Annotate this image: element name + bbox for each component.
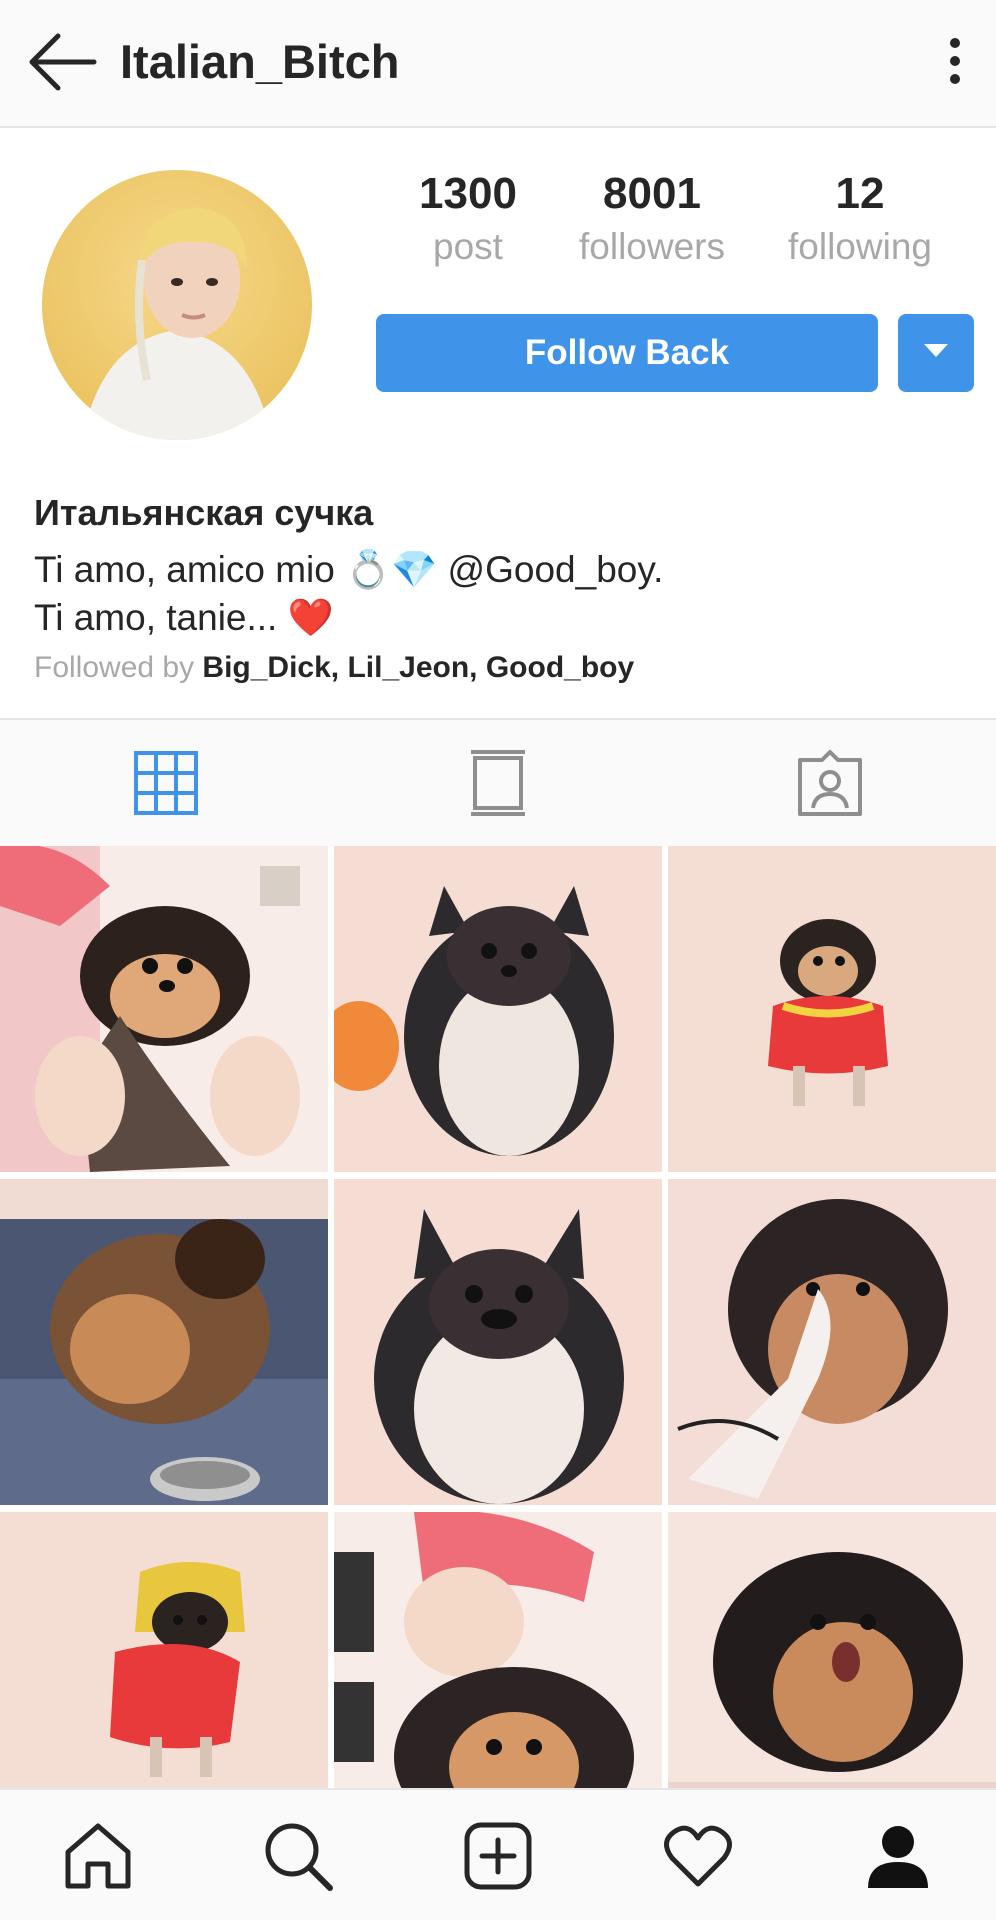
more-options-icon[interactable] xyxy=(940,36,970,86)
bio-line: Ti amo, tanie... ❤️ xyxy=(34,597,334,638)
post-thumbnail[interactable] xyxy=(668,846,996,1172)
top-bar: Italian_Bitch xyxy=(0,0,996,128)
following-stat[interactable]: 12 following xyxy=(770,166,950,272)
bottom-navigation xyxy=(0,1788,996,1920)
grid-icon[interactable] xyxy=(131,748,201,818)
following-label: following xyxy=(788,226,932,267)
bio-line: Ti amo, amico mio 💍💎 @Good_boy. xyxy=(34,549,664,590)
followers-count: 8001 xyxy=(603,169,701,218)
profile-username: Italian_Bitch xyxy=(120,35,400,88)
post-thumbnail[interactable] xyxy=(0,1179,328,1505)
followed-by-names[interactable]: Big_Dick, Lil_Jeon, Good_boy xyxy=(202,651,634,684)
heart-icon[interactable] xyxy=(662,1820,734,1892)
profile-tabs xyxy=(0,718,996,846)
followers-label: followers xyxy=(579,226,725,267)
post-thumbnail[interactable] xyxy=(334,846,662,1172)
chevron-down-icon xyxy=(924,343,948,363)
posts-label: post xyxy=(433,226,503,267)
tagged-icon[interactable] xyxy=(795,748,865,818)
post-thumbnail[interactable] xyxy=(0,846,328,1172)
follow-back-button[interactable]: Follow Back xyxy=(376,314,878,392)
posts-grid xyxy=(0,846,996,1838)
home-icon[interactable] xyxy=(62,1820,134,1892)
profile-avatar[interactable] xyxy=(42,170,312,440)
search-icon[interactable] xyxy=(262,1820,334,1892)
profile-bio: Ti amo, amico mio 💍💎 @Good_boy. Ti amo, … xyxy=(34,546,663,642)
following-count: 12 xyxy=(835,169,885,218)
posts-count: 1300 xyxy=(419,169,517,218)
followed-by-prefix: Followed by xyxy=(34,651,203,684)
post-thumbnail[interactable] xyxy=(668,1179,996,1505)
add-post-icon[interactable] xyxy=(462,1820,534,1892)
profile-icon[interactable] xyxy=(862,1820,934,1892)
feed-icon[interactable] xyxy=(463,748,533,818)
back-arrow-icon[interactable] xyxy=(28,28,100,96)
followed-by[interactable]: Followed by Big_Dick, Lil_Jeon, Good_boy xyxy=(34,648,634,688)
posts-stat[interactable]: 1300 post xyxy=(378,166,558,272)
profile-full-name: Итальянская сучка xyxy=(34,492,374,533)
post-thumbnail[interactable] xyxy=(334,1179,662,1505)
followers-stat[interactable]: 8001 followers xyxy=(562,166,742,272)
suggestions-dropdown-button[interactable] xyxy=(898,314,974,392)
